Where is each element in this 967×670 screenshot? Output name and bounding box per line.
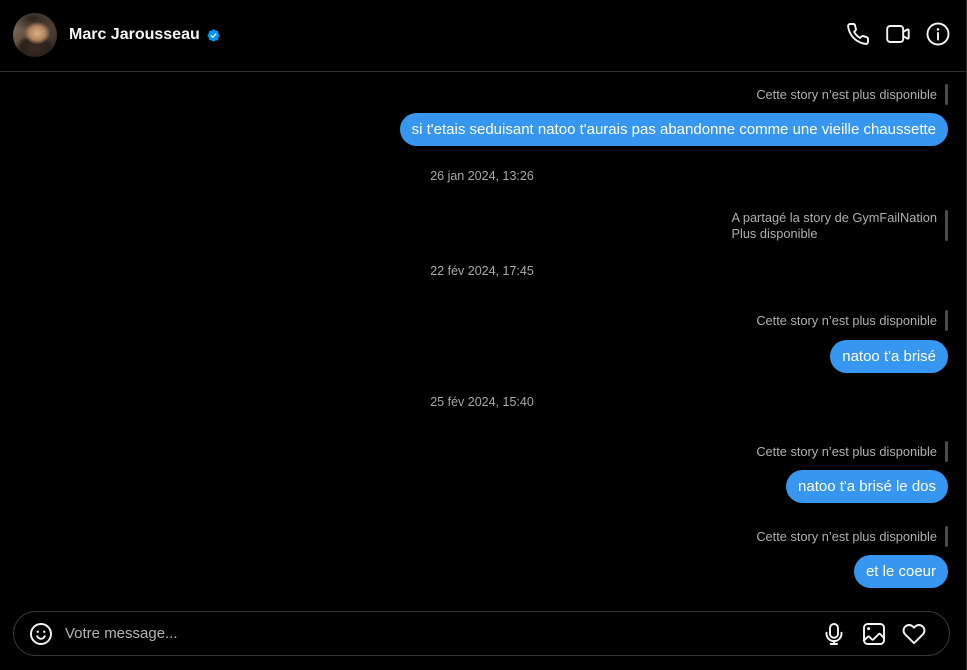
conversation-header: Marc Jarousseau xyxy=(0,0,966,72)
story-unavailable-text: Cette story n’est plus disponible xyxy=(756,313,937,328)
message-input[interactable] xyxy=(65,612,805,655)
contact-title: Marc Jarousseau xyxy=(69,25,220,45)
shared-story-text: A partagé la story de GymFailNation Plus… xyxy=(731,210,937,241)
emoji-icon[interactable] xyxy=(29,622,53,646)
quote-bar xyxy=(945,310,948,331)
shared-story-title: A partagé la story de GymFailNation xyxy=(731,210,937,225)
avatar[interactable] xyxy=(13,13,57,57)
outgoing-message[interactable]: natoo t'a brisé le dos xyxy=(786,470,948,503)
story-reply-label: Cette story n’est plus disponible xyxy=(756,441,948,462)
contact-name[interactable]: Marc Jarousseau xyxy=(69,25,200,45)
quote-bar xyxy=(945,210,948,241)
outgoing-message[interactable]: si t'etais seduisant natoo t'aurais pas … xyxy=(399,113,948,146)
story-unavailable-text: Cette story n’est plus disponible xyxy=(756,87,937,102)
story-reply-label: Cette story n’est plus disponible xyxy=(756,526,948,547)
quote-bar xyxy=(945,84,948,105)
info-icon[interactable] xyxy=(926,22,950,46)
story-reply-label: Cette story n’est plus disponible xyxy=(756,84,948,105)
phone-icon[interactable] xyxy=(846,22,870,46)
timestamp: 26 jan 2024, 13:26 xyxy=(430,169,534,183)
video-camera-icon[interactable] xyxy=(886,22,910,46)
story-reply-label: Cette story n’est plus disponible xyxy=(756,310,948,331)
message-composer xyxy=(13,611,950,656)
shared-story-label: A partagé la story de GymFailNation Plus… xyxy=(731,210,948,241)
microphone-icon[interactable] xyxy=(822,622,846,646)
heart-icon[interactable] xyxy=(902,622,926,646)
outgoing-message[interactable]: natoo t'a brisé xyxy=(830,340,948,373)
quote-bar xyxy=(945,441,948,462)
quote-bar xyxy=(945,526,948,547)
outgoing-message[interactable]: et le coeur xyxy=(853,555,948,588)
story-unavailable-text: Cette story n’est plus disponible xyxy=(756,444,937,459)
timestamp: 25 fév 2024, 15:40 xyxy=(430,395,534,409)
verified-badge-icon xyxy=(207,29,220,41)
story-unavailable-text: Cette story n’est plus disponible xyxy=(756,529,937,544)
direct-message-window: Marc Jarousseau Cette story n’est plus d… xyxy=(0,0,967,670)
shared-story-status: Plus disponible xyxy=(731,225,818,241)
message-thread: Cette story n’est plus disponible si t'e… xyxy=(0,72,966,602)
image-icon[interactable] xyxy=(862,622,886,646)
timestamp: 22 fév 2024, 17:45 xyxy=(430,264,534,278)
